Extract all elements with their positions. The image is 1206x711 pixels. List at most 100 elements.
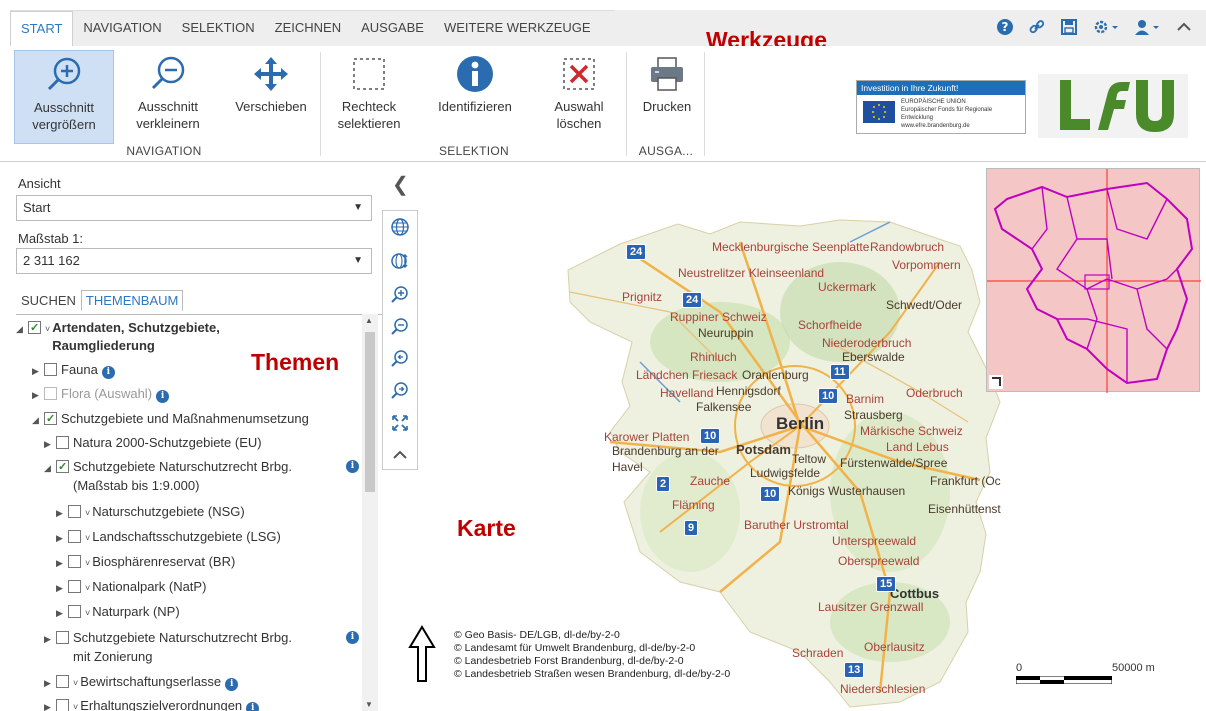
collapsed-triangle-icon[interactable]: ▶ bbox=[44, 435, 56, 453]
map-zoom-in-button[interactable] bbox=[383, 285, 417, 315]
settings-icon[interactable] bbox=[1092, 18, 1120, 36]
tree-node-erhalt[interactable]: ▶ ˅ Erhaltungszielverordnungen i bbox=[44, 697, 260, 711]
tab-navigation[interactable]: NAVIGATION bbox=[73, 11, 171, 47]
tree-node-zonierung[interactable]: ▶ Schutzgebiete Naturschutzrecht Brbg. bbox=[44, 629, 292, 648]
checkbox[interactable] bbox=[56, 699, 69, 711]
zoom-out-button[interactable]: Ausschnitt verkleinern bbox=[118, 50, 218, 144]
tree-node-lsg[interactable]: ▶ ˅ Landschaftsschutzgebiete (LSG) bbox=[56, 528, 281, 547]
zoom-forward-button[interactable] bbox=[383, 381, 417, 411]
map-label: Neustrelitzer Kleinseenland bbox=[678, 266, 825, 280]
collapsed-triangle-icon[interactable]: ▶ bbox=[44, 698, 56, 711]
chevron-down-icon: ˅ bbox=[85, 558, 91, 568]
info-icon[interactable]: i bbox=[346, 631, 359, 644]
checkbox[interactable] bbox=[68, 580, 81, 593]
pan-button[interactable]: Verschieben bbox=[226, 50, 316, 144]
collapsed-triangle-icon[interactable]: ▶ bbox=[32, 386, 44, 404]
help-icon[interactable]: ? bbox=[996, 18, 1014, 36]
expanded-triangle-icon[interactable]: ◢ bbox=[32, 411, 44, 429]
tab-start[interactable]: START bbox=[10, 11, 74, 47]
map-label: Karower Platten bbox=[604, 430, 690, 444]
map-label: Uckermark bbox=[818, 280, 877, 294]
info-icon[interactable]: i bbox=[225, 678, 239, 691]
checkbox[interactable] bbox=[28, 319, 41, 337]
link-icon[interactable] bbox=[1028, 18, 1046, 36]
massstab-value: 2 311 162 bbox=[23, 253, 80, 268]
ansicht-select[interactable]: Start ▼ bbox=[16, 195, 372, 221]
collapsed-triangle-icon[interactable]: ▶ bbox=[44, 630, 56, 648]
globe-button[interactable] bbox=[383, 217, 417, 247]
tree-node-schutz[interactable]: ◢ Schutzgebiete und Maßnahmenumsetzung bbox=[32, 410, 309, 429]
collapsed-triangle-icon[interactable]: ▶ bbox=[32, 362, 44, 380]
map-zoom-out-button[interactable] bbox=[383, 317, 417, 347]
collapse-up-icon[interactable] bbox=[1176, 18, 1192, 36]
tree-node-nsg[interactable]: ▶ ˅ Naturschutzgebiete (NSG) bbox=[56, 503, 245, 522]
collapsed-triangle-icon[interactable]: ▶ bbox=[56, 554, 68, 572]
zoom-back-button[interactable] bbox=[383, 349, 417, 379]
tree-node-natura[interactable]: ▶ Natura 2000-Schutzgebiete (EU) bbox=[44, 434, 262, 453]
checkbox[interactable] bbox=[44, 387, 57, 400]
info-icon[interactable]: i bbox=[246, 702, 260, 711]
clear-selection-button[interactable]: Auswahl löschen bbox=[536, 50, 622, 144]
info-icon[interactable]: i bbox=[101, 366, 115, 379]
full-extent-button[interactable] bbox=[383, 413, 417, 443]
info-icon[interactable]: i bbox=[156, 390, 170, 403]
scroll-up-icon[interactable]: ▲ bbox=[365, 316, 373, 325]
tab-ausgabe[interactable]: AUSGABE bbox=[351, 11, 434, 47]
info-icon[interactable]: i bbox=[346, 460, 359, 473]
expanded-triangle-icon[interactable]: ◢ bbox=[44, 459, 56, 477]
identify-button[interactable]: Identifizieren bbox=[424, 50, 526, 144]
user-icon[interactable] bbox=[1134, 18, 1162, 36]
expanded-triangle-icon[interactable]: ◢ bbox=[16, 320, 28, 338]
chevron-down-icon: ˅ bbox=[85, 608, 91, 618]
checkbox[interactable] bbox=[56, 458, 69, 476]
tree-node-flora[interactable]: ▶ Flora (Auswahl) i bbox=[32, 385, 170, 404]
clear-selection-label: Auswahl löschen bbox=[554, 99, 604, 131]
rect-select-button[interactable]: Rechteck selektieren bbox=[326, 50, 412, 144]
pan-label: Verschieben bbox=[235, 99, 307, 114]
print-button[interactable]: Drucken bbox=[634, 50, 700, 144]
lfu-logo-icon bbox=[1060, 80, 1174, 132]
scale-bar-graphic bbox=[1016, 676, 1112, 684]
scroll-down-icon[interactable]: ▼ bbox=[365, 700, 373, 709]
tree-node-bewirt[interactable]: ▶ ˅ Bewirtschaftungserlasse i bbox=[44, 673, 239, 692]
checkbox[interactable] bbox=[68, 505, 81, 518]
tree-node-schutz-brbg[interactable]: ◢ Schutzgebiete Naturschutzrecht Brbg. bbox=[44, 458, 292, 477]
tree-scrollbar[interactable]: ▲ ▼ bbox=[362, 314, 378, 711]
collapsed-triangle-icon[interactable]: ▶ bbox=[56, 579, 68, 597]
highway-shield: 9 bbox=[684, 520, 699, 536]
checkbox[interactable] bbox=[68, 555, 81, 568]
tree-node-br[interactable]: ▶ ˅ Biosphärenreservat (BR) bbox=[56, 553, 235, 572]
collapsed-triangle-icon[interactable]: ▶ bbox=[56, 504, 68, 522]
map-label: Hennigsdorf bbox=[716, 384, 781, 398]
tab-weitere-werkzeuge[interactable]: WEITERE WERKZEUGE bbox=[434, 11, 601, 47]
tree-node-np[interactable]: ▶ ˅ Naturpark (NP) bbox=[56, 603, 180, 622]
checkbox[interactable] bbox=[56, 631, 69, 644]
globe-pan-button[interactable] bbox=[383, 251, 417, 281]
checkbox[interactable] bbox=[56, 436, 69, 449]
ribbon-separator bbox=[320, 52, 321, 156]
collapse-panel-icon[interactable]: ❮ bbox=[392, 172, 409, 197]
collapsed-triangle-icon[interactable]: ▶ bbox=[56, 604, 68, 622]
tab-selektion[interactable]: SELEKTION bbox=[172, 11, 265, 47]
tab-zeichnen[interactable]: ZEICHNEN bbox=[265, 11, 351, 47]
tree-node-root[interactable]: ◢ ˅Artendaten, Schutzgebiete, Raumglieder… bbox=[16, 319, 272, 355]
zoom-in-button[interactable]: Ausschnitt vergrößern bbox=[14, 50, 114, 144]
checkbox[interactable] bbox=[44, 363, 57, 376]
massstab-select[interactable]: 2 311 162 ▼ bbox=[16, 248, 372, 274]
scrollbar-thumb[interactable] bbox=[365, 332, 375, 492]
checkbox[interactable] bbox=[68, 530, 81, 543]
checkbox[interactable] bbox=[68, 605, 81, 618]
tab-suchen[interactable]: SUCHEN bbox=[16, 290, 81, 311]
tree-node-natp[interactable]: ▶ ˅ Nationalpark (NatP) bbox=[56, 578, 206, 597]
checkbox[interactable] bbox=[56, 675, 69, 688]
tree-node-fauna[interactable]: ▶ Fauna i bbox=[32, 361, 115, 380]
checkbox[interactable] bbox=[44, 410, 57, 428]
collapsed-triangle-icon[interactable]: ▶ bbox=[44, 674, 56, 692]
collapse-toolbar-button[interactable] bbox=[383, 445, 417, 475]
collapsed-triangle-icon[interactable]: ▶ bbox=[56, 529, 68, 547]
tab-themenbaum[interactable]: THEMENBAUM bbox=[80, 290, 184, 311]
overview-minimap[interactable] bbox=[986, 168, 1201, 393]
tree-node-bewirt-label: Bewirtschaftungserlasse bbox=[80, 674, 222, 689]
save-icon[interactable] bbox=[1060, 18, 1078, 36]
minimap-corner-icon[interactable] bbox=[989, 375, 1003, 389]
